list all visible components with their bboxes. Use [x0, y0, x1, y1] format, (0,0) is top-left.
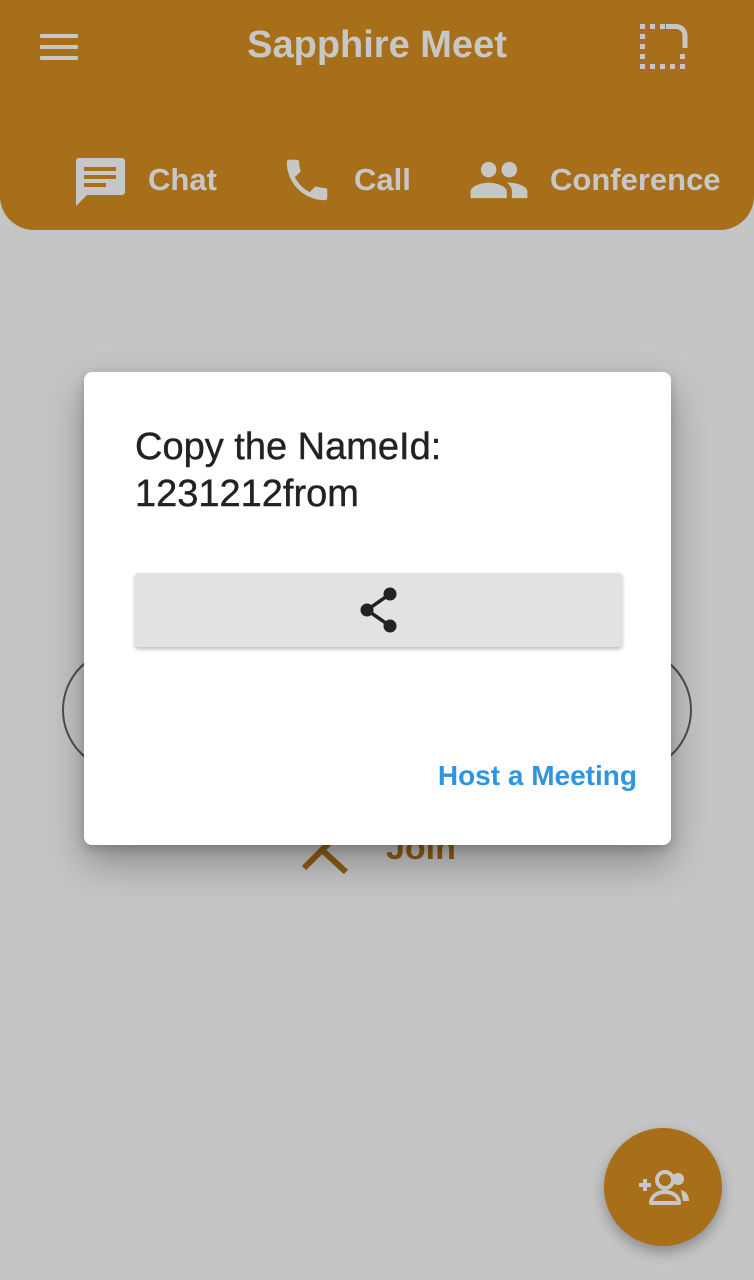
dialog-title-line2: 1231212from [135, 473, 359, 515]
share-dialog: Copy the NameId: 1231212from Host a Meet… [84, 372, 671, 845]
dialog-title-line1: Copy the NameId: [135, 426, 442, 468]
app-screen: Join Sapphire Meet Chat Call Conference … [0, 0, 754, 1280]
dialog-title: Copy the NameId: 1231212from [135, 424, 635, 518]
share-button[interactable] [135, 573, 622, 647]
host-meeting-link[interactable]: Host a Meeting [438, 760, 637, 792]
share-icon [360, 587, 396, 633]
